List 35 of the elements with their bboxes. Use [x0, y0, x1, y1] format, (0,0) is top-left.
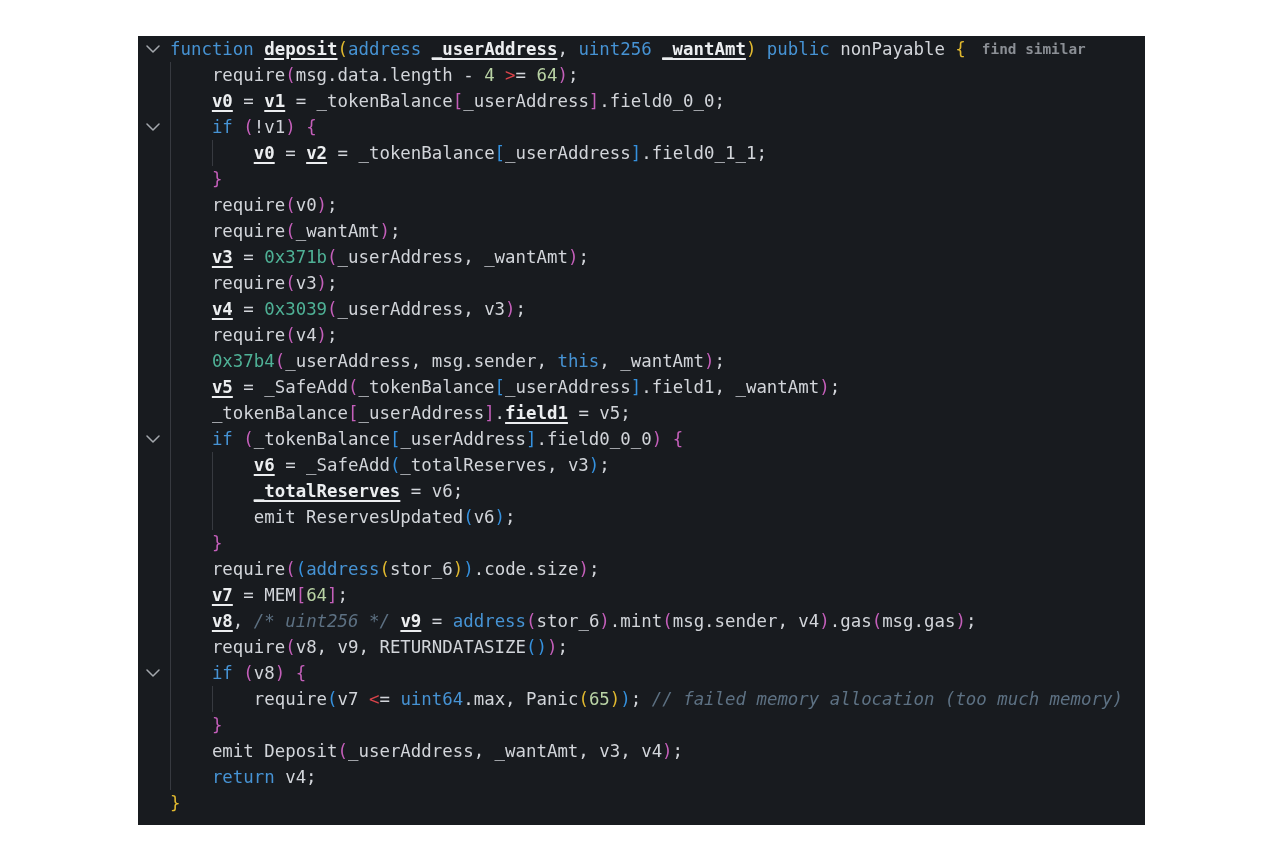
code-line: function deposit(address _userAddress, uint256 _wantAmt) public nonPayable {: [170, 38, 966, 61]
chevron-icon[interactable]: [146, 669, 160, 677]
code-line: }: [211, 168, 223, 191]
code-line: v4 = 0x3039(_userAddress, v3);: [211, 298, 527, 321]
code-line: return v4;: [211, 766, 317, 789]
code-line: }: [211, 532, 223, 555]
code-line: v3 = 0x371b(_userAddress, _wantAmt);: [211, 246, 589, 269]
find-similar-link[interactable]: find similar: [981, 36, 1086, 62]
code-line: emit ReservesUpdated(v6);: [253, 506, 516, 529]
code-line: require(v0);: [211, 194, 338, 217]
code-line: }: [211, 714, 223, 737]
code-line: v6 = _SafeAdd(_totalReserves, v3);: [253, 454, 610, 477]
code-line: _tokenBalance[_userAddress].field1 = v5;: [211, 402, 631, 425]
code-line: if (!v1) {: [211, 116, 317, 139]
code-line: if (_tokenBalance[_userAddress].field0_0_0) {: [211, 428, 684, 451]
code-line: require(_wantAmt);: [211, 220, 401, 243]
code-line: 0x37b4(_userAddress, msg.sender, this, _wantAmt);: [211, 350, 725, 373]
chevron-icon[interactable]: [146, 435, 160, 443]
code-line: require(v3);: [211, 272, 338, 295]
code-line: _totalReserves = v6;: [253, 480, 464, 503]
chevron-icon[interactable]: [146, 45, 160, 53]
code-line: v5 = _SafeAdd(_tokenBalance[_userAddress].field1, _wantAmt);: [211, 376, 841, 399]
code-line: v8, /* uint256 */ v9 = address(stor_6).mint(msg.sender, v4).gas(msg.gas);: [211, 610, 977, 633]
code-line: v0 = v2 = _tokenBalance[_userAddress].field0_1_1;: [253, 142, 767, 165]
code-line: require(v7 <= uint64.max, Panic(65)); // failed memory allocation (too much memory): [253, 688, 1123, 711]
code-line: v7 = MEM[64];: [211, 584, 349, 607]
chevron-icon[interactable]: [146, 123, 160, 131]
code-line: }: [170, 792, 181, 815]
code-line: require((address(stor_6)).code.size);: [211, 558, 600, 581]
code-line: require(v4);: [211, 324, 338, 347]
code-line: require(msg.data.length - 4 >= 64);: [211, 64, 579, 87]
code-line: if (v8) {: [211, 662, 307, 685]
code-line: v0 = v1 = _tokenBalance[_userAddress].field0_0_0;: [211, 90, 725, 113]
code-line: require(v8, v9, RETURNDATASIZE());: [211, 636, 568, 659]
code-line: emit Deposit(_userAddress, _wantAmt, v3, v4);: [211, 740, 684, 763]
